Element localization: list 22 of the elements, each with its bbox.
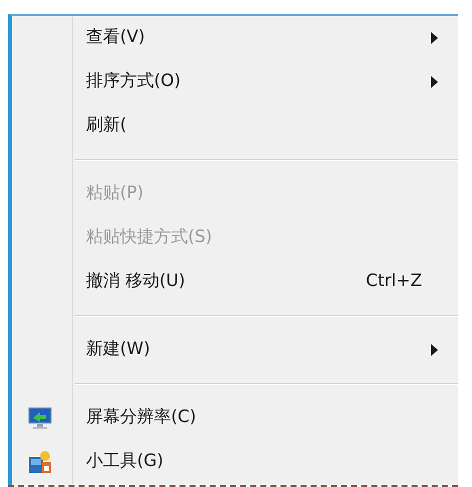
menu-item[interactable]: 撤消 移动(U) Ctrl+Z [12, 260, 458, 304]
gadget-icon [27, 449, 53, 475]
submenu-arrow-icon [431, 76, 438, 88]
menu-item[interactable]: 新建(W) [12, 328, 458, 372]
menu-item[interactable]: 屏幕分辨率(C) [12, 396, 458, 440]
menu-item-label: 排序方式(O) [86, 70, 181, 94]
menu-item-label: 撤消 移动(U) [86, 270, 186, 294]
menu-item-label: 粘贴快捷方式(S) [86, 226, 212, 250]
menu-item-label: 查看(V) [86, 26, 145, 50]
menu-item-label: 刷新( [86, 114, 127, 138]
menu-item-label: 小工具(G) [86, 450, 164, 474]
menu-item[interactable]: 小工具(G) [12, 440, 458, 484]
shortcut-label: Ctrl+Z [366, 270, 422, 294]
submenu-arrow-icon [431, 344, 438, 356]
menu-item[interactable]: 查看(V) [12, 16, 458, 60]
menu-item-label: 粘贴(P) [86, 182, 144, 206]
menu-item[interactable]: 刷新( [12, 104, 458, 148]
monitor-icon [27, 405, 53, 431]
menu-item[interactable]: 排序方式(O) [12, 60, 458, 104]
menu-item-label: 新建(W) [86, 338, 150, 362]
submenu-arrow-icon [431, 32, 438, 44]
menu-item-label: 屏幕分辨率(C) [86, 406, 196, 430]
